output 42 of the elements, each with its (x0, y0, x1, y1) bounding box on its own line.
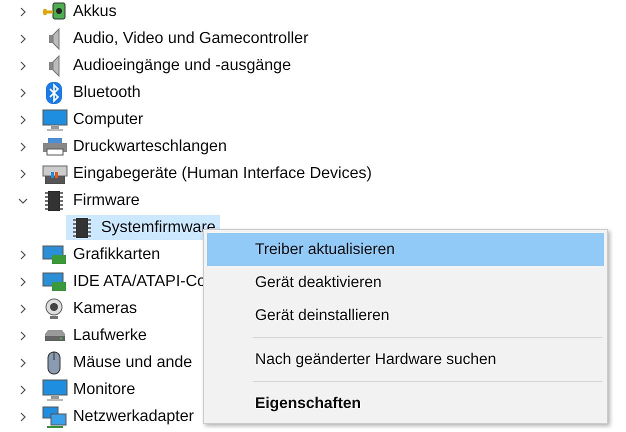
expand-chevron-icon[interactable] (18, 330, 28, 340)
tree-item[interactable]: Grafikkarten (73, 242, 160, 266)
menu-item[interactable]: Gerät deinstallieren (207, 299, 604, 332)
expand-chevron-icon[interactable] (18, 34, 28, 44)
expand-chevron-icon[interactable] (18, 142, 28, 152)
tree-item[interactable]: Kameras (73, 296, 138, 320)
tree-item[interactable]: Laufwerke (73, 324, 147, 348)
expand-chevron-icon[interactable] (18, 60, 28, 70)
expand-chevron-icon[interactable] (18, 276, 28, 286)
menu-item[interactable]: Treiber aktualisieren (207, 233, 604, 266)
tree-item[interactable]: Systemfirmware (66, 215, 220, 240)
expand-chevron-icon[interactable] (18, 168, 28, 178)
expand-chevron-icon[interactable] (18, 304, 28, 314)
expand-chevron-icon[interactable] (18, 88, 28, 98)
menu-item[interactable]: Gerät deaktivieren (207, 266, 604, 299)
monitor-icon (42, 108, 68, 132)
tree-item[interactable]: Netzwerkadapter (73, 404, 194, 428)
tree-item[interactable]: Eingabegeräte (Human Interface Devices) (73, 162, 372, 186)
expand-chevron-icon[interactable] (18, 6, 28, 16)
tree-item[interactable]: Monitore (73, 378, 136, 402)
tree-item[interactable]: Mäuse und ande (73, 350, 192, 374)
tree-item[interactable]: Audioeingänge und -ausgänge (73, 54, 291, 78)
expand-chevron-icon[interactable] (18, 384, 28, 394)
menu-item[interactable]: Eigenschaften (207, 387, 604, 420)
tree-item[interactable]: Audio, Video und Gamecontroller (73, 26, 308, 50)
monitor-icon (42, 378, 68, 402)
tree-item[interactable]: IDE ATA/ATAPI-Co (73, 270, 206, 294)
menu-item[interactable]: Nach geänderter Hardware suchen (207, 343, 604, 376)
tree-item[interactable]: Computer (73, 108, 144, 132)
expand-chevron-icon[interactable] (18, 412, 28, 422)
tree-item[interactable]: Firmware (73, 188, 140, 212)
tree-item[interactable]: Druckwarteschlangen (73, 134, 227, 158)
expand-chevron-icon[interactable] (18, 250, 28, 260)
network-icon (42, 404, 68, 428)
expand-chevron-icon[interactable] (18, 358, 28, 368)
display-card-icon (42, 242, 68, 266)
chip-icon (42, 188, 66, 212)
expand-chevron-icon[interactable] (18, 114, 28, 124)
chip-icon (70, 216, 94, 240)
collapse-chevron-icon[interactable] (18, 196, 28, 206)
tree-item[interactable]: Akkus (73, 0, 117, 24)
tree-item[interactable]: Bluetooth (73, 80, 141, 104)
